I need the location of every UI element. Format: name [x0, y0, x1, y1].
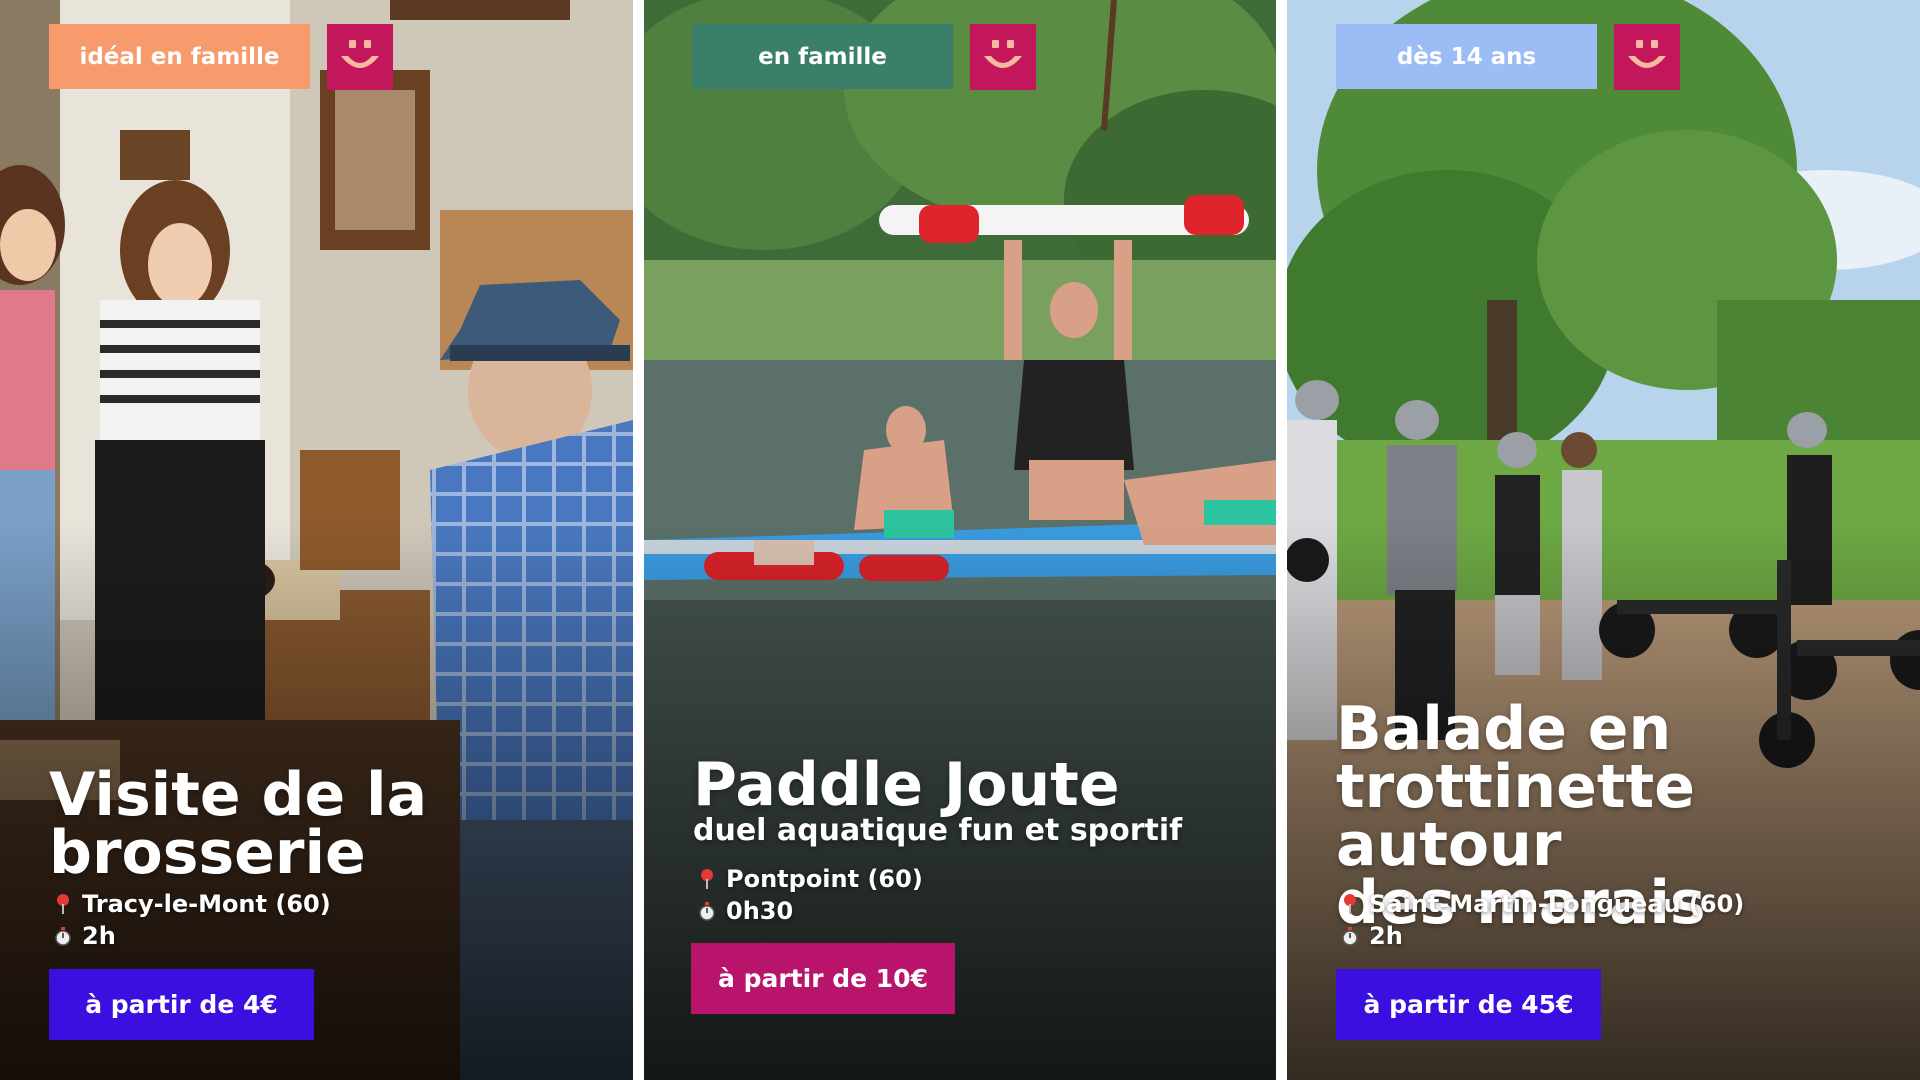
price-button[interactable]: à partir de 45€	[1336, 969, 1601, 1040]
location-text: Tracy-le-Mont (60)	[82, 890, 331, 918]
pin-icon	[57, 894, 69, 914]
stopwatch-icon	[1342, 927, 1358, 946]
smiley-logo-icon	[970, 24, 1036, 90]
duration-row: 2h	[1341, 920, 1744, 952]
activity-title: Paddle Joute	[693, 750, 1120, 820]
location-row: Pontpoint (60)	[698, 863, 923, 895]
audience-tag: idéal en famille	[49, 24, 310, 89]
location-text: Pontpoint (60)	[726, 865, 923, 893]
activity-meta: Saint-Martin-Longueau (60) 2h	[1341, 888, 1744, 952]
duration-row: 0h30	[698, 895, 923, 927]
location-row: Tracy-le-Mont (60)	[54, 888, 331, 920]
duration-row: 2h	[54, 920, 331, 952]
price-button[interactable]: à partir de 4€	[49, 969, 314, 1040]
price-button[interactable]: à partir de 10€	[691, 943, 955, 1014]
activity-meta: Tracy-le-Mont (60) 2h	[54, 888, 331, 952]
activity-card-trottinette[interactable]: dès 14 ans Balade en trottinette autour …	[1287, 0, 1920, 1080]
pin-icon	[1344, 894, 1356, 914]
stopwatch-icon	[699, 902, 715, 921]
activity-meta: Pontpoint (60) 0h30	[698, 863, 923, 927]
duration-text: 2h	[82, 922, 116, 950]
activity-card-brosserie[interactable]: idéal en famille Visite de la brosserie …	[0, 0, 633, 1080]
smiley-logo-icon	[1614, 24, 1680, 90]
audience-tag: en famille	[692, 24, 953, 89]
audience-tag: dès 14 ans	[1336, 24, 1597, 89]
pin-icon	[701, 869, 713, 889]
activity-title: Visite de la brosserie	[49, 760, 428, 888]
stopwatch-icon	[55, 927, 71, 946]
activity-subtitle: duel aquatique fun et sportif	[693, 813, 1183, 848]
duration-text: 0h30	[726, 897, 794, 925]
duration-text: 2h	[1369, 922, 1403, 950]
activity-grid: idéal en famille Visite de la brosserie …	[0, 0, 1920, 1080]
location-row: Saint-Martin-Longueau (60)	[1341, 888, 1744, 920]
smiley-logo-icon	[327, 24, 393, 90]
activity-card-paddle[interactable]: en famille Paddle Joute duel aquatique f…	[644, 0, 1276, 1080]
location-text: Saint-Martin-Longueau (60)	[1369, 890, 1745, 918]
